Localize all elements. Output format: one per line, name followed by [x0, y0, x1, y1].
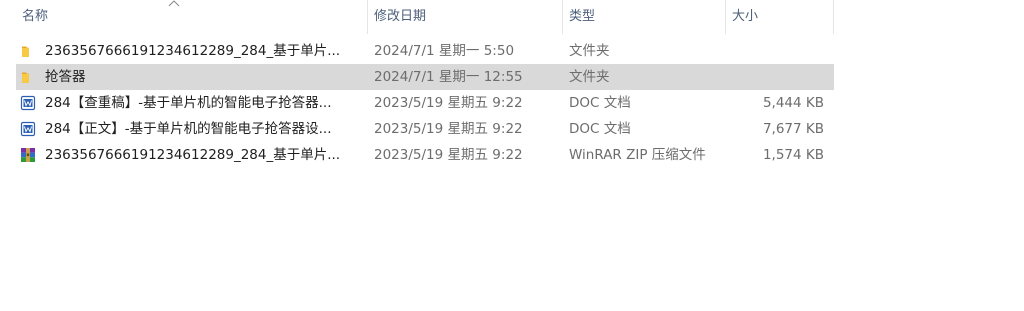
- file-row[interactable]: 2363567666191234612289_284_基于单片... 2023/…: [16, 142, 834, 168]
- column-header-date-label: 修改日期: [374, 9, 427, 24]
- file-name: 284【正文】-基于单片机的智能电子抢答器设...: [45, 121, 332, 137]
- file-date: 2024/7/1 星期一 5:50: [374, 43, 515, 59]
- file-type: 文件夹: [569, 69, 610, 85]
- folder-icon: [22, 72, 29, 83]
- file-name-cell: 2363567666191234612289_284_基于单片...: [16, 38, 366, 64]
- file-name-cell: 抢答器: [16, 64, 366, 90]
- column-header-size[interactable]: 大小: [726, 0, 834, 34]
- file-explorer-list: 名称 修改日期 类型 大小 2363567666191234612289_284…: [0, 0, 1024, 311]
- file-size: 5,444 KB: [762, 95, 824, 111]
- column-header-bar: 名称 修改日期 类型 大小: [0, 0, 835, 34]
- file-size: 1,574 KB: [762, 147, 824, 163]
- file-name-cell: 284【查重稿】-基于单片机的智能电子抢答器...: [16, 90, 366, 116]
- file-name: 2363567666191234612289_284_基于单片...: [45, 43, 341, 59]
- file-type: DOC 文档: [569, 121, 631, 137]
- file-name: 2363567666191234612289_284_基于单片...: [45, 147, 341, 163]
- file-row-selected[interactable]: 抢答器 2024/7/1 星期一 12:55 文件夹: [16, 64, 834, 90]
- column-header-name-label: 名称: [22, 9, 49, 24]
- file-type: WinRAR ZIP 压缩文件: [569, 147, 706, 163]
- file-name: 抢答器: [45, 69, 86, 85]
- column-header-name[interactable]: 名称: [16, 0, 368, 34]
- file-size: [729, 38, 824, 64]
- column-header-size-label: 大小: [732, 9, 759, 24]
- file-name: 284【查重稿】-基于单片机的智能电子抢答器...: [45, 95, 332, 111]
- file-row[interactable]: 284【正文】-基于单片机的智能电子抢答器设... 2023/5/19 星期五 …: [16, 116, 834, 142]
- file-row[interactable]: 2363567666191234612289_284_基于单片... 2024/…: [16, 38, 834, 64]
- winrar-archive-icon: [21, 148, 35, 162]
- file-row[interactable]: 284【查重稿】-基于单片机的智能电子抢答器... 2023/5/19 星期五 …: [16, 90, 834, 116]
- word-doc-icon: [20, 121, 36, 137]
- file-size: 7,677 KB: [762, 121, 824, 137]
- file-type: 文件夹: [569, 43, 610, 59]
- file-list: 2363567666191234612289_284_基于单片... 2024/…: [16, 38, 834, 168]
- file-name-cell: 2363567666191234612289_284_基于单片...: [16, 142, 366, 168]
- file-date: 2023/5/19 星期五 9:22: [374, 121, 523, 137]
- folder-icon: [22, 46, 29, 57]
- column-header-type-label: 类型: [569, 9, 596, 24]
- word-doc-icon: [20, 95, 36, 111]
- file-date: 2024/7/1 星期一 12:55: [374, 69, 523, 85]
- file-name-cell: 284【正文】-基于单片机的智能电子抢答器设...: [16, 116, 366, 142]
- file-date: 2023/5/19 星期五 9:22: [374, 95, 523, 111]
- column-header-date-modified[interactable]: 修改日期: [368, 0, 563, 34]
- column-header-type[interactable]: 类型: [563, 0, 726, 34]
- file-size: [729, 64, 824, 90]
- column-divider[interactable]: [833, 0, 834, 34]
- file-type: DOC 文档: [569, 95, 631, 111]
- file-date: 2023/5/19 星期五 9:22: [374, 147, 523, 163]
